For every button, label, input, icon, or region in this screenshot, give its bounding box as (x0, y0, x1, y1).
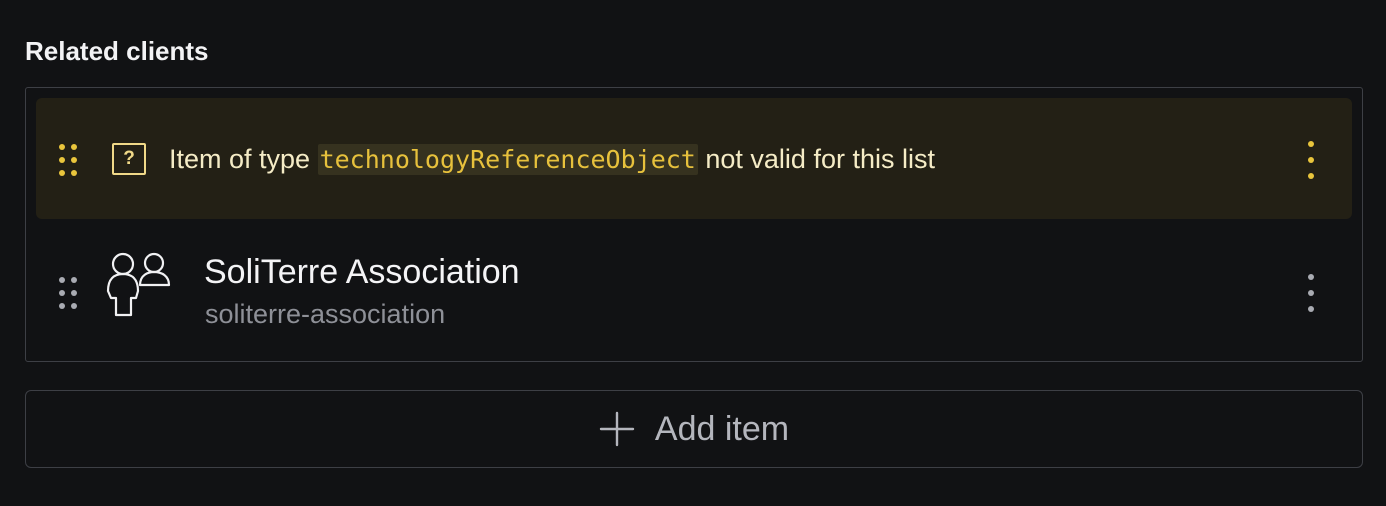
drag-handle-icon[interactable] (56, 141, 80, 179)
related-clients-list: ? Item of type technologyReferenceObject… (25, 87, 1363, 362)
add-item-label: Add item (654, 410, 790, 448)
invalid-message-suffix: not valid for this list (697, 144, 935, 174)
client-subtitle: soliterre-association (205, 299, 446, 329)
users-icon (106, 252, 171, 317)
client-item-row[interactable]: SoliTerre Association soliterre-associat… (36, 228, 1352, 354)
plus-icon (599, 411, 635, 447)
invalid-item-row[interactable]: ? Item of type technologyReferenceObject… (36, 98, 1352, 219)
invalid-type-name: technologyReferenceObject (317, 144, 698, 175)
question-box-icon: ? (112, 143, 146, 175)
invalid-message-prefix: Item of type (169, 144, 318, 174)
item-menu-icon[interactable] (1306, 274, 1316, 312)
item-menu-icon[interactable] (1306, 141, 1316, 179)
field-label: Related clients (25, 36, 209, 66)
client-title[interactable]: SoliTerre Association (204, 251, 520, 293)
add-item-button[interactable]: Add item (25, 390, 1363, 468)
drag-handle-icon[interactable] (56, 274, 80, 312)
invalid-item-message: Item of type technologyReferenceObject n… (169, 141, 935, 178)
